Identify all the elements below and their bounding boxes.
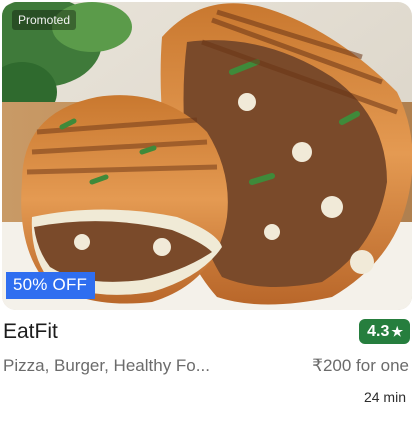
restaurant-card[interactable]: Promoted 50% OFF EatFit 4.3 ★ Pizza, Bur…	[0, 0, 412, 422]
rating-value: 4.3	[367, 322, 390, 340]
rating-badge: 4.3 ★	[359, 319, 410, 344]
sandwich-illustration	[2, 2, 412, 310]
delivery-time: 24 min	[363, 389, 406, 405]
price-for-one: ₹200 for one	[312, 356, 409, 375]
food-photo[interactable]: Promoted 50% OFF	[2, 2, 412, 310]
star-icon: ★	[391, 323, 403, 339]
cuisine-list: Pizza, Burger, Healthy Fo...	[3, 356, 210, 375]
discount-badge: 50% OFF	[6, 272, 96, 299]
restaurant-name[interactable]: EatFit	[3, 320, 58, 344]
promoted-tag: Promoted	[12, 10, 77, 30]
